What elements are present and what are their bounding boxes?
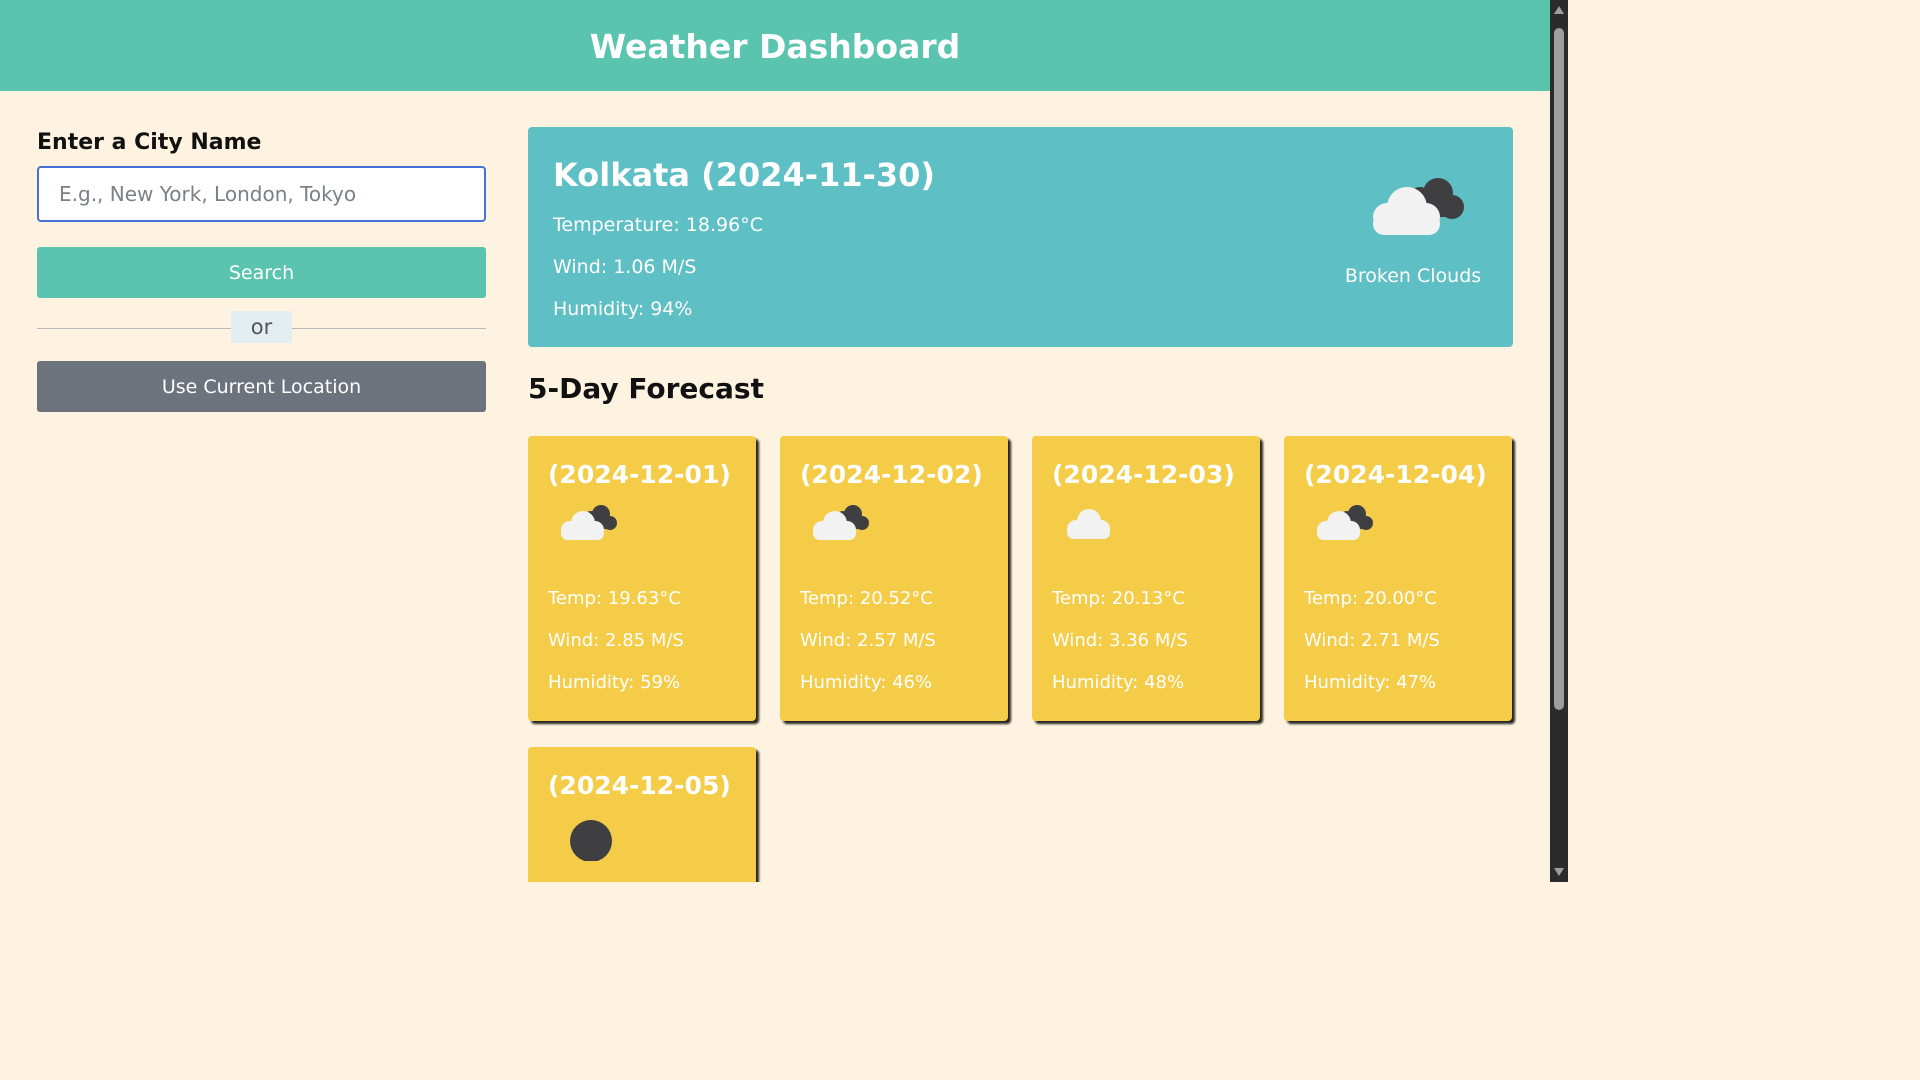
scroll-up-icon[interactable]	[1554, 6, 1564, 14]
forecast-icon-wrapper	[1058, 500, 1240, 568]
forecast-icon-wrapper	[554, 811, 736, 879]
current-weather-description: Broken Clouds	[1344, 265, 1482, 287]
forecast-temp: Temp: 20.13°C	[1052, 588, 1185, 609]
search-panel: Enter a City Name Search or Use Current …	[37, 126, 486, 412]
forecast-humidity: Humidity: 46%	[800, 672, 933, 693]
broken-clouds-icon	[561, 505, 617, 540]
forecast-temp: Temp: 19.63°C	[548, 588, 681, 609]
forecast-wind: Wind: 2.57 M/S	[800, 630, 936, 651]
current-humidity: Humidity: 94%	[553, 298, 693, 320]
broken-clouds-icon	[1373, 178, 1464, 235]
cloud-icon	[1067, 509, 1110, 539]
current-weather-card: Kolkata (2024-11-30) Temperature: 18.96°…	[528, 127, 1513, 347]
forecast-date: (2024-12-04)	[1304, 460, 1487, 489]
use-current-location-button[interactable]: Use Current Location	[37, 361, 486, 412]
divider-text: or	[231, 311, 292, 343]
forecast-temp: Temp: 20.00°C	[1304, 588, 1437, 609]
forecast-title: 5-Day Forecast	[528, 372, 764, 405]
forecast-humidity: Humidity: 59%	[548, 672, 681, 693]
city-input[interactable]	[37, 166, 486, 222]
dark-circle-icon	[570, 820, 612, 862]
scrollbar-thumb[interactable]	[1554, 28, 1564, 710]
forecast-icon-wrapper	[806, 500, 988, 568]
page-title: Weather Dashboard	[589, 27, 961, 66]
current-weather-icon-block: Broken Clouds	[1343, 171, 1483, 287]
city-label: Enter a City Name	[37, 130, 262, 155]
forecast-card: (2024-12-01) Temp: 19.63°C Wind: 2.85 M/…	[528, 436, 756, 721]
forecast-wind: Wind: 2.71 M/S	[1304, 630, 1440, 651]
forecast-date: (2024-12-03)	[1052, 460, 1235, 489]
forecast-card: (2024-12-04) Temp: 20.00°C Wind: 2.71 M/…	[1284, 436, 1512, 721]
vertical-scrollbar[interactable]	[1550, 0, 1568, 882]
forecast-date: (2024-12-05)	[548, 771, 731, 800]
forecast-icon-wrapper	[1310, 500, 1492, 568]
forecast-wind: Wind: 3.36 M/S	[1052, 630, 1188, 651]
forecast-card: (2024-12-05)	[528, 747, 756, 882]
viewport: Weather Dashboard Enter a City Name Sear…	[0, 0, 1550, 882]
forecast-humidity: Humidity: 47%	[1304, 672, 1437, 693]
scroll-down-icon[interactable]	[1554, 868, 1564, 876]
forecast-icon-wrapper	[554, 500, 736, 568]
forecast-date: (2024-12-01)	[548, 460, 731, 489]
forecast-date: (2024-12-02)	[800, 460, 983, 489]
forecast-card: (2024-12-02) Temp: 20.52°C Wind: 2.57 M/…	[780, 436, 1008, 721]
broken-clouds-icon	[1317, 505, 1373, 540]
or-divider: or	[37, 311, 486, 343]
forecast-humidity: Humidity: 48%	[1052, 672, 1185, 693]
search-button[interactable]: Search	[37, 247, 486, 298]
forecast-card: (2024-12-03) Temp: 20.13°C Wind: 3.36 M/…	[1032, 436, 1260, 721]
broken-clouds-icon	[813, 505, 869, 540]
app-header: Weather Dashboard	[0, 0, 1550, 91]
forecast-temp: Temp: 20.52°C	[800, 588, 933, 609]
forecast-wind: Wind: 2.85 M/S	[548, 630, 684, 651]
